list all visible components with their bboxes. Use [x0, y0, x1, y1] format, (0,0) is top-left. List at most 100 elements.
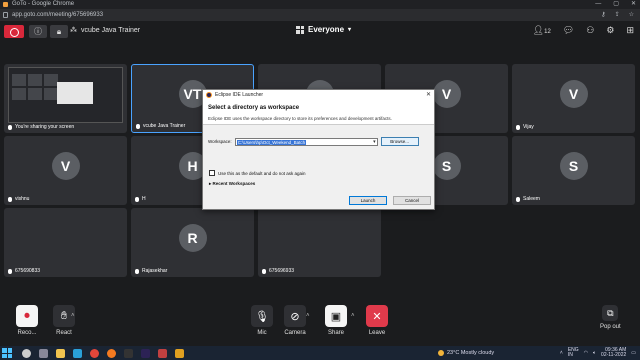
browse-button[interactable]: Browse... [380, 137, 419, 146]
video-tile-screenshare[interactable]: You're sharing your screen [4, 64, 127, 133]
browser-title-bar: GoTo - Google Chrome — ▢ ✕ [0, 0, 640, 9]
people-add-icon[interactable]: ⚇ [586, 25, 594, 36]
view-selector[interactable]: Everyone ▾ [296, 25, 351, 34]
dialog-heading: Select a directory as workspace [208, 105, 300, 111]
taskbar-apps [22, 348, 184, 358]
firefox-icon[interactable] [107, 348, 116, 358]
default-checkbox-label[interactable]: Use this as the default and do not ask a… [218, 171, 306, 176]
recording-indicator-button[interactable] [4, 25, 24, 38]
workspace-combo-input[interactable]: C:\Users\hp\Oct_Weekend_Batch ▾ [234, 137, 378, 146]
video-tile[interactable]: R Rajasekhar [131, 208, 254, 277]
camera-button[interactable]: ⊘ Camera [284, 305, 306, 336]
search-icon[interactable] [22, 348, 31, 358]
video-tile[interactable]: V Vijay [512, 64, 635, 133]
mic-icon [135, 196, 139, 202]
workspace-label: Workspace: [208, 139, 232, 144]
minimize-icon[interactable]: — [595, 0, 601, 9]
mic-icon [8, 124, 12, 130]
camera-off-icon: ⊘ [284, 305, 306, 327]
notification-icon[interactable]: ▭ [631, 350, 636, 356]
info-icon[interactable]: ⓘ [29, 25, 47, 38]
volume-icon[interactable]: 🔈︎ [593, 350, 596, 356]
leave-button[interactable]: ✕ Leave [366, 305, 388, 336]
wifi-icon[interactable]: ◠ [584, 350, 588, 356]
mic-icon [516, 196, 520, 202]
camera-options-chevron-icon[interactable]: ˄ [306, 313, 310, 319]
tile-name: vishnu [15, 196, 30, 202]
chrome-icon[interactable] [90, 348, 99, 358]
maximize-icon[interactable]: ▢ [613, 0, 619, 9]
cancel-button[interactable]: Cancel [393, 196, 431, 205]
default-checkbox[interactable] [209, 170, 215, 176]
grid-apps-icon[interactable]: ⊞ [626, 25, 634, 36]
eclipse-launcher-dialog: Eclipse IDE Launcher ✕ Select a director… [202, 89, 435, 210]
video-tile[interactable]: 675696933 [258, 208, 381, 277]
default-workspace-option[interactable]: Use this as the default and do not ask a… [209, 170, 306, 176]
record-icon: ⏺ [16, 305, 38, 327]
launch-button[interactable]: Launch [349, 196, 387, 205]
chat-icon[interactable]: 💬︎ [563, 25, 574, 36]
system-tray: ˄ ENG IN ◠ 🔈︎ 09:36 AM 02-11-2022 ▭ [560, 346, 636, 360]
edge-icon[interactable] [73, 348, 82, 358]
video-tile[interactable]: V vishnu [4, 136, 127, 205]
react-button[interactable]: ✋︎ React [53, 305, 75, 336]
dialog-title: Eclipse IDE Launcher [215, 92, 264, 98]
eclipse-taskbar-icon[interactable] [141, 348, 150, 358]
record-button[interactable]: ⏺ Reco... [16, 305, 38, 336]
task-view-icon[interactable] [39, 348, 48, 358]
app-icon[interactable] [158, 348, 167, 358]
terminal-icon[interactable] [124, 348, 133, 358]
windows-start-icon[interactable] [2, 348, 12, 358]
lock-icon[interactable] [3, 12, 8, 18]
participant-count: 12 [544, 29, 551, 35]
avatar: V [559, 80, 588, 109]
view-label: Everyone [308, 25, 345, 34]
mic-button[interactable]: 🎙︎ Mic [251, 305, 273, 336]
url-text[interactable]: app.goto.com/meeting/675696933 [12, 9, 103, 21]
react-options-chevron-icon[interactable]: ˄ [71, 313, 75, 319]
share-page-icon[interactable]: ⇪ [615, 9, 620, 21]
mic-icon [8, 196, 12, 202]
weather-widget[interactable]: 23°C Mostly cloudy [438, 346, 494, 360]
close-window-icon[interactable]: ✕ [631, 0, 636, 9]
popout-button[interactable]: ⧉ Pop out [600, 305, 621, 330]
windows-taskbar: 23°C Mostly cloudy ˄ ENG IN ◠ 🔈︎ 09:36 A… [0, 346, 640, 360]
dialog-close-icon[interactable]: ✕ [426, 90, 431, 100]
dialog-description: Eclipse IDE uses the workspace directory… [208, 116, 392, 121]
settings-gear-icon[interactable]: ⚙ [606, 25, 614, 36]
share-options-chevron-icon[interactable]: ˄ [351, 313, 355, 319]
recent-workspaces-toggle[interactable]: ▸ Recent Workspaces [209, 181, 255, 187]
lock-meeting-icon[interactable]: 🔒︎ [50, 25, 68, 38]
mic-icon [135, 268, 139, 274]
mic-icon [136, 123, 140, 129]
star-icon[interactable]: ☆ [629, 9, 634, 21]
dialog-title-bar[interactable]: Eclipse IDE Launcher ✕ [203, 90, 434, 100]
share-screen-icon: ▣ [325, 305, 347, 327]
tile-name: vcube Java Trainer [143, 123, 186, 129]
mic-icon [516, 124, 520, 130]
workspace-value[interactable]: C:\Users\hp\Oct_Weekend_Batch [236, 139, 307, 145]
tile-name: 675690833 [15, 268, 41, 274]
chevron-down-icon[interactable]: ▾ [373, 139, 376, 146]
key-icon[interactable]: ⚷ [601, 9, 605, 21]
organizer-label: ⁂ vcube Java Trainer [70, 26, 141, 35]
mic-icon [262, 268, 266, 274]
meeting-header: ⓘ 🔒︎ ⁂ vcube Java Trainer Everyone ▾ 👤︎1… [0, 21, 640, 43]
tile-name: Rajasekhar [142, 268, 168, 274]
eclipse-icon [206, 92, 212, 98]
participants-button[interactable]: 👤︎12 [533, 25, 551, 36]
screen-share-preview [8, 67, 123, 123]
video-tile[interactable]: 675690833 [4, 208, 127, 277]
tile-name: You're sharing your screen [15, 124, 75, 130]
file-explorer-icon[interactable] [56, 348, 65, 358]
clock[interactable]: 09:36 AM 02-11-2022 [601, 347, 626, 359]
address-bar[interactable]: app.goto.com/meeting/675696933 ⚷ ⇪ ☆ [0, 9, 640, 21]
close-icon: ✕ [366, 305, 388, 327]
connection-icon: ⁂ [70, 27, 77, 34]
video-tile[interactable]: S Saleem [512, 136, 635, 205]
tile-name: H [142, 196, 146, 202]
app-icon[interactable] [175, 348, 184, 358]
share-button[interactable]: ▣ Share [325, 305, 347, 336]
language-indicator[interactable]: ENG IN [568, 347, 579, 359]
tray-chevron-icon[interactable]: ˄ [560, 350, 563, 356]
